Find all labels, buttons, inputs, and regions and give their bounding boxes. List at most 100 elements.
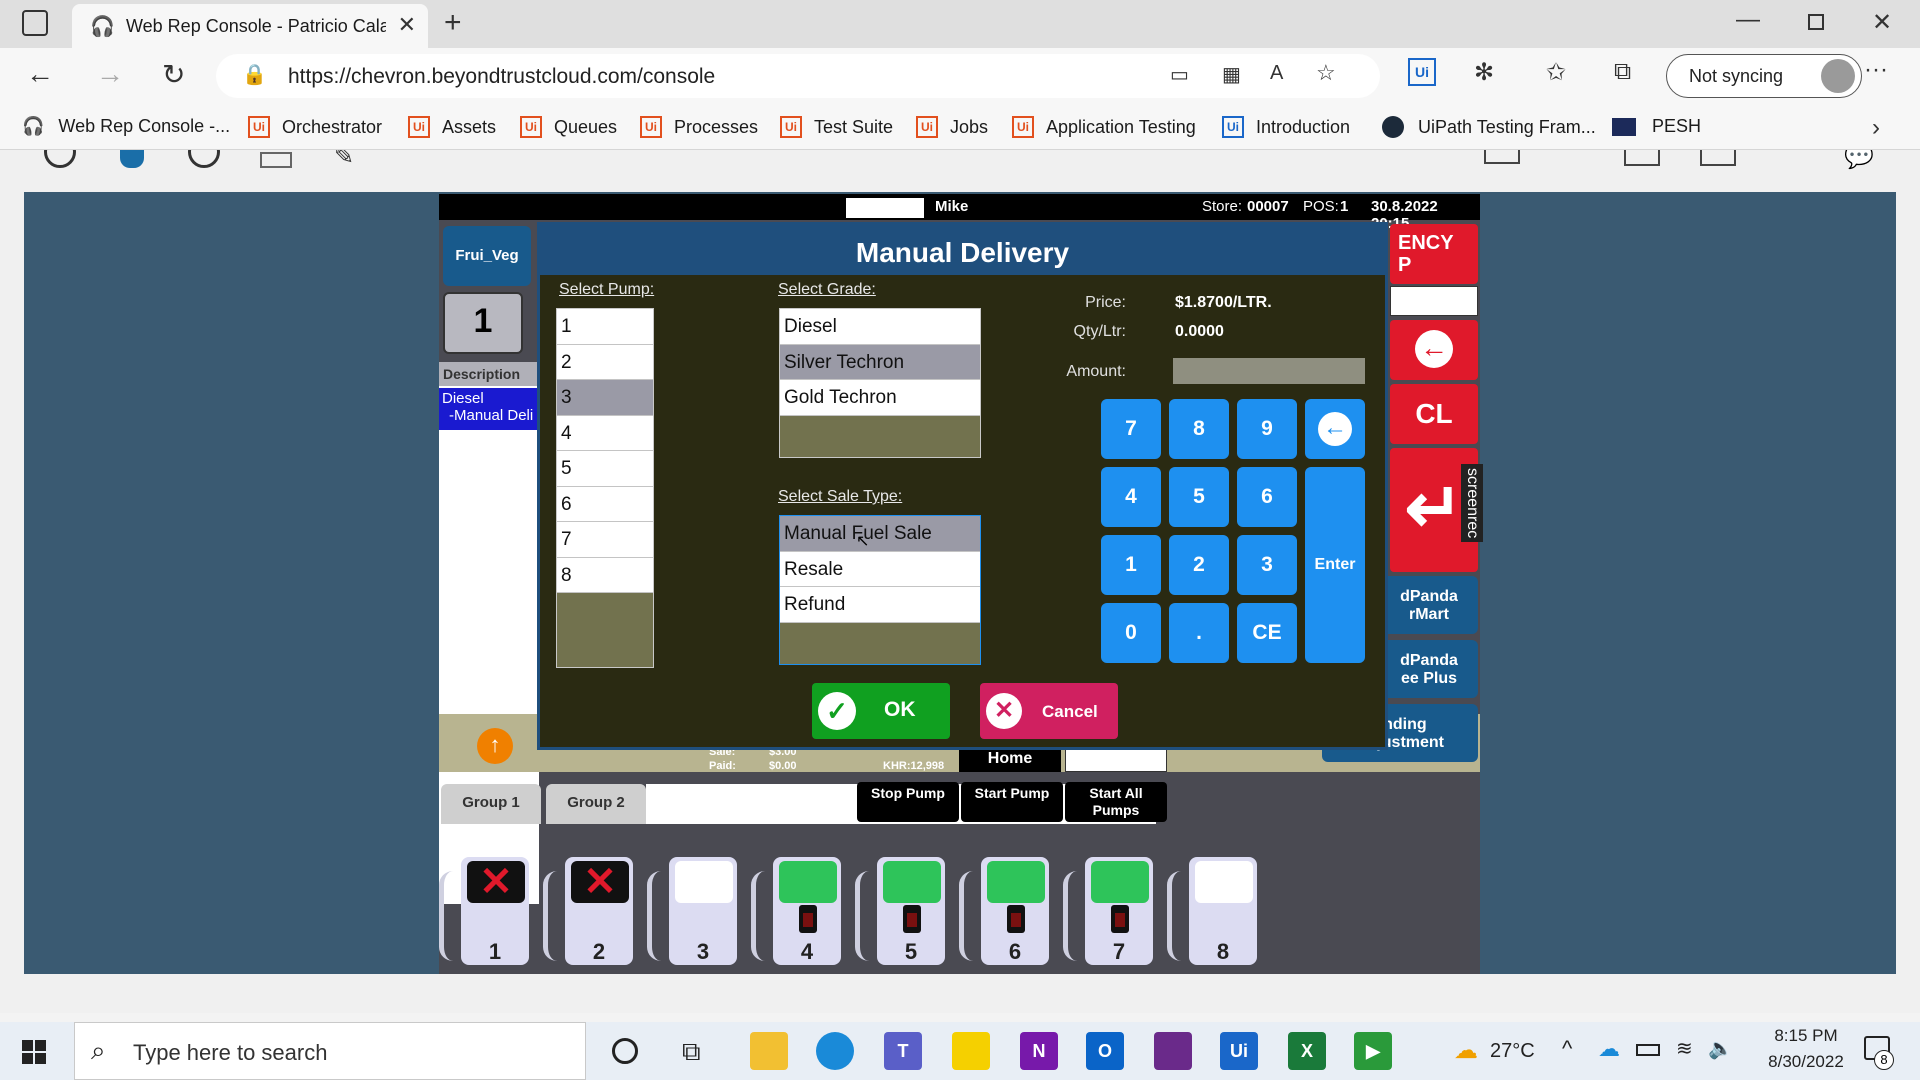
uipath-studio-icon[interactable]: Ui — [1220, 1032, 1258, 1070]
edge-icon[interactable] — [816, 1032, 854, 1070]
add-favorite-icon[interactable]: ☆ — [1316, 60, 1336, 86]
cancel-button[interactable]: ✕ Cancel — [980, 683, 1118, 739]
forward-icon[interactable]: → — [96, 58, 124, 90]
favorite-processes[interactable]: Ui Processes — [640, 116, 758, 138]
cortana-icon[interactable] — [612, 1038, 638, 1064]
sale-type-option[interactable]: Refund — [780, 587, 980, 623]
chat-icon[interactable]: 💬 — [1844, 150, 1874, 171]
collections-icon[interactable]: ⧉ — [1614, 58, 1631, 86]
item-row[interactable]: Diesel -Manual Deli — [439, 388, 539, 430]
stop-pump-button[interactable]: Stop Pump — [857, 782, 959, 822]
key-ce[interactable]: CE — [1237, 603, 1297, 663]
pen-icon[interactable]: ✎ — [334, 150, 354, 171]
favorite-introduction[interactable]: Ui Introduction — [1222, 116, 1350, 138]
pump-3[interactable]: 3 — [647, 857, 737, 967]
key-1[interactable]: 1 — [1101, 535, 1161, 595]
amount-field[interactable] — [1173, 358, 1365, 384]
pump-8[interactable]: 8 — [1167, 857, 1257, 967]
stop-icon[interactable] — [44, 150, 76, 168]
scroll-up-icon[interactable]: ↑ — [477, 728, 513, 764]
clock-date[interactable]: 8/30/2022 — [1746, 1052, 1866, 1072]
key-7[interactable]: 7 — [1101, 399, 1161, 459]
grade-option[interactable]: Diesel — [780, 309, 980, 345]
pump-2[interactable]: ✕ 2 — [543, 857, 633, 967]
teams-icon[interactable]: T — [884, 1032, 922, 1070]
favorite-uipath-testing-framework[interactable]: UiPath Testing Fram... — [1382, 116, 1596, 138]
favorites-icon[interactable]: ✩ — [1546, 58, 1566, 87]
key-decimal[interactable]: . — [1169, 603, 1229, 663]
restore-icon[interactable] — [1808, 14, 1824, 30]
key-8[interactable]: 8 — [1169, 399, 1229, 459]
key-3[interactable]: 3 — [1237, 535, 1297, 595]
sticky-notes-icon[interactable] — [952, 1032, 990, 1070]
remote-support-icon[interactable] — [1154, 1032, 1192, 1070]
taskbar-search[interactable]: ⌕ Type here to search — [74, 1022, 586, 1080]
monitor-icon[interactable] — [1624, 150, 1660, 166]
grade-listbox[interactable]: Diesel Silver Techron Gold Techron — [779, 308, 981, 458]
pump-1[interactable]: ✕ 1 — [439, 857, 529, 967]
power-icon[interactable] — [188, 150, 220, 168]
keyboard-shortcut-icon[interactable] — [260, 152, 292, 168]
pump-option-selected[interactable]: 3 — [557, 380, 653, 416]
file-explorer-icon[interactable] — [750, 1032, 788, 1070]
key-9[interactable]: 9 — [1237, 399, 1297, 459]
favorite-test-suite[interactable]: Ui Test Suite — [780, 116, 893, 138]
clock-time[interactable]: 8:15 PM — [1756, 1026, 1856, 1046]
back-arrow-button[interactable]: ← — [1390, 320, 1478, 380]
chevron-right-icon[interactable]: › — [1872, 114, 1880, 142]
uipath-extension-icon[interactable]: Ui — [1408, 58, 1436, 86]
pump-listbox[interactable]: 1 2 3 4 5 6 7 8 — [556, 308, 654, 668]
address-bar[interactable]: 🔒 https://chevron.beyondtrustcloud.com/c… — [216, 54, 1380, 98]
excel-icon[interactable]: X — [1288, 1032, 1326, 1070]
tab-group-2[interactable]: Group 2 — [546, 784, 646, 824]
key-4[interactable]: 4 — [1101, 467, 1161, 527]
uipath-player-icon[interactable]: ▶ — [1354, 1032, 1392, 1070]
key-0[interactable]: 0 — [1101, 603, 1161, 663]
pump-option[interactable]: 7 — [557, 522, 653, 558]
partner-button-2[interactable]: dPanda ee Plus — [1380, 640, 1478, 698]
task-view-icon[interactable]: ⧉ — [682, 1036, 701, 1068]
start-pump-button[interactable]: Start Pump — [961, 782, 1063, 822]
key-6[interactable]: 6 — [1237, 467, 1297, 527]
keyboard-icon[interactable] — [1484, 150, 1520, 164]
input-field-right[interactable] — [1390, 286, 1478, 316]
puzzle-extensions-icon[interactable]: ✻ — [1474, 58, 1494, 87]
tab-group-1[interactable]: Group 1 — [441, 784, 541, 824]
app-available-icon[interactable]: ▭ — [1170, 62, 1189, 87]
temperature[interactable]: 27°C — [1490, 1040, 1535, 1063]
ok-button[interactable]: ✓ OK — [812, 683, 950, 739]
battery-icon[interactable] — [1636, 1044, 1660, 1056]
onedrive-icon[interactable]: ☁ — [1598, 1036, 1620, 1062]
close-tab-icon[interactable]: ✕ — [398, 12, 416, 38]
volume-icon[interactable]: 🔈 — [1708, 1036, 1733, 1061]
monitor-alt-icon[interactable] — [1700, 150, 1736, 166]
pump-5[interactable]: 5 — [855, 857, 945, 967]
grade-option-selected[interactable]: Silver Techron — [780, 344, 980, 380]
grade-option[interactable]: Gold Techron — [780, 380, 980, 416]
backspace-key[interactable]: ← — [1305, 399, 1365, 459]
notification-icon[interactable]: 8 — [1864, 1036, 1894, 1070]
windows-start-icon[interactable] — [22, 1040, 46, 1064]
favorite-queues[interactable]: Ui Queues — [520, 116, 617, 138]
pump-option[interactable]: 4 — [557, 415, 653, 451]
onenote-icon[interactable]: N — [1020, 1032, 1058, 1070]
clear-button[interactable]: CL — [1390, 384, 1478, 444]
extensions-grid-icon[interactable]: ▦ — [1222, 62, 1241, 87]
key-2[interactable]: 2 — [1169, 535, 1229, 595]
favorite-jobs[interactable]: Ui Jobs — [916, 116, 988, 138]
wifi-icon[interactable]: ≋ — [1676, 1036, 1693, 1061]
outlook-icon[interactable]: O — [1086, 1032, 1124, 1070]
sale-type-option-selected[interactable]: Manual Fuel Sale — [780, 516, 980, 552]
enter-key[interactable]: Enter — [1305, 467, 1365, 663]
pump-6[interactable]: 6 — [959, 857, 1049, 967]
pump-7[interactable]: 7 — [1063, 857, 1153, 967]
shield-icon[interactable] — [120, 150, 144, 168]
favorite-web-rep-console[interactable]: 🎧 Web Rep Console -... — [22, 116, 230, 137]
favorite-pesh[interactable]: PESH — [1612, 116, 1701, 137]
favorite-application-testing[interactable]: Ui Application Testing — [1012, 116, 1196, 138]
pump-option[interactable]: 6 — [557, 486, 653, 522]
pump-option[interactable]: 5 — [557, 451, 653, 487]
read-aloud-icon[interactable]: A — [1270, 62, 1283, 85]
favorite-orchestrator[interactable]: Ui Orchestrator — [248, 116, 382, 138]
sale-type-listbox[interactable]: Manual Fuel Sale Resale Refund — [779, 515, 981, 665]
